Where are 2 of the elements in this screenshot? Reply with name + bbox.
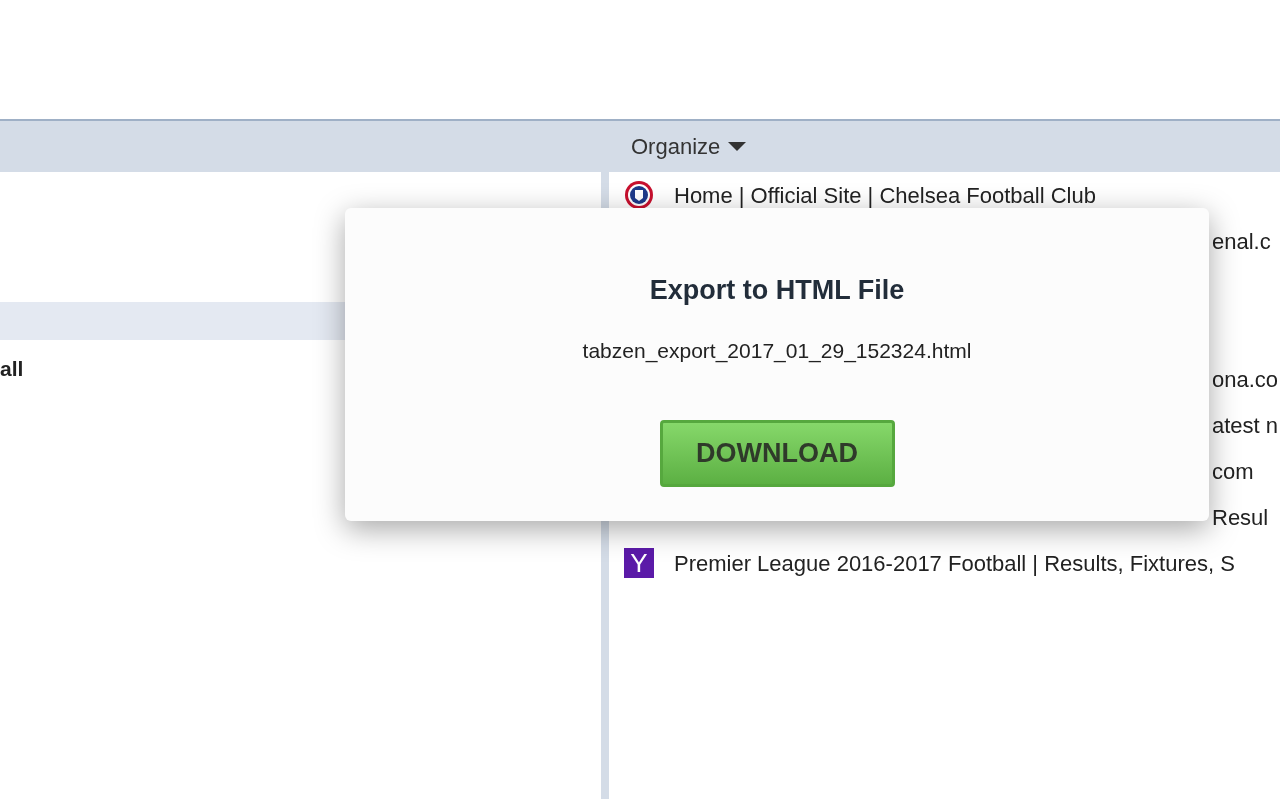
dialog-title: Export to HTML File <box>649 274 905 307</box>
letter-icon: Y <box>624 548 654 578</box>
